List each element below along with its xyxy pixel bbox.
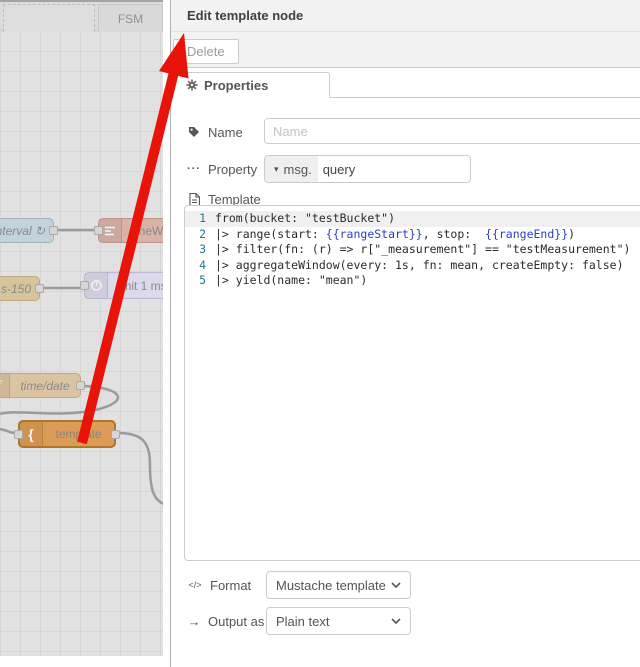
node-sinewave-input-port[interactable]	[94, 226, 103, 235]
node-timedate-output-port[interactable]	[76, 381, 85, 390]
workspace-tab-blank[interactable]	[3, 4, 95, 32]
flow-wires	[0, 228, 163, 505]
node-template-input-port[interactable]	[14, 430, 23, 439]
code-line: 3 |> filter(fn: (r) => r["_measurement"] …	[199, 242, 631, 256]
property-input[interactable]: ▾ msg. query	[264, 155, 471, 183]
format-select-value: Mustache template	[276, 577, 386, 593]
node-interval-output-port[interactable]	[49, 226, 58, 235]
caret-down-icon: ▾	[274, 163, 279, 174]
template-code-editor[interactable]: 1 from(bucket: "testBucket") 2 |> range(sta…	[184, 205, 640, 561]
canvas-horizontal-scrollbar-track	[0, 656, 170, 667]
edit-node-dialog: Edit template node Delete Properties Nam…	[170, 0, 640, 667]
ellipsis-icon: ···	[187, 163, 201, 175]
node-limit-label: limit 1 ms	[116, 278, 163, 293]
function-icon: f	[0, 374, 10, 397]
workspace-tab-fsm[interactable]: FSM	[98, 4, 163, 32]
code-line: 5 |> yield(name: "mean")	[199, 273, 368, 287]
node-interval-label: interval ↻	[0, 223, 45, 238]
node-timedate-label: time/date	[20, 378, 70, 393]
gear-icon	[186, 79, 198, 91]
property-prefix-label: msg.	[283, 161, 312, 177]
node-limit[interactable]: limit 1 ms	[80, 272, 163, 299]
node-template-output-port[interactable]	[111, 430, 120, 439]
node-s-150-label: s-150	[0, 281, 31, 296]
node-template[interactable]: { template	[14, 420, 120, 448]
code-lines: 1 from(bucket: "testBucket") 2 |> range(sta…	[185, 211, 640, 289]
code-line: 1 from(bucket: "testBucket")	[185, 211, 640, 227]
node-sinewave-label: sineW	[130, 223, 163, 238]
tag-icon	[187, 126, 201, 138]
flow-canvas[interactable]: FSM interval ↻ sineW s-150 limit 1 ms	[0, 0, 163, 667]
format-field-label: </> Format	[188, 577, 252, 593]
format-select[interactable]: Mustache template	[266, 571, 411, 599]
name-input[interactable]	[264, 118, 640, 144]
canvas-vertical-scrollbar-track	[163, 0, 170, 667]
name-field-label: Name	[187, 118, 243, 146]
screen: FSM interval ↻ sineW s-150 limit 1 ms	[0, 0, 640, 667]
tab-properties-label: Properties	[204, 77, 269, 93]
node-template-label: template	[55, 427, 102, 441]
property-value[interactable]: query	[318, 156, 356, 182]
node-sinewave[interactable]: sineW	[94, 218, 163, 243]
code-line: 4 |> aggregateWindow(every: 1s, fn: mean,…	[199, 257, 624, 272]
output-field-label: → Output as	[187, 613, 265, 629]
output-select-value: Plain text	[276, 613, 330, 629]
node-interval[interactable]: interval ↻	[0, 218, 58, 243]
curly-brace-icon: {	[20, 422, 43, 446]
chevron-down-icon	[391, 582, 401, 588]
dialog-tabbar: Properties	[171, 72, 640, 98]
property-type-dropdown[interactable]: ▾ msg.	[265, 156, 318, 182]
node-timedate[interactable]: f time/date	[0, 373, 85, 398]
dialog-title: Edit template node	[171, 0, 640, 32]
node-s-150-output-port[interactable]	[35, 284, 44, 293]
node-limit-input-port[interactable]	[80, 281, 89, 290]
workspace-tabbar: FSM	[0, 0, 163, 32]
property-field-label: ··· Property	[187, 161, 258, 177]
node-s-150[interactable]: s-150	[0, 276, 44, 301]
file-code-icon	[187, 192, 201, 206]
delete-button[interactable]: Delete	[173, 39, 239, 64]
arrow-right-icon: →	[187, 613, 201, 629]
output-select[interactable]: Plain text	[266, 607, 411, 635]
dialog-toolbar: Delete	[171, 32, 640, 68]
chevron-down-icon	[391, 618, 401, 624]
tab-properties[interactable]: Properties	[171, 72, 330, 98]
code-brackets-icon: </>	[188, 580, 202, 590]
code-line: 2 |> range(start: {{rangeStart}}, stop: {…	[199, 226, 576, 241]
